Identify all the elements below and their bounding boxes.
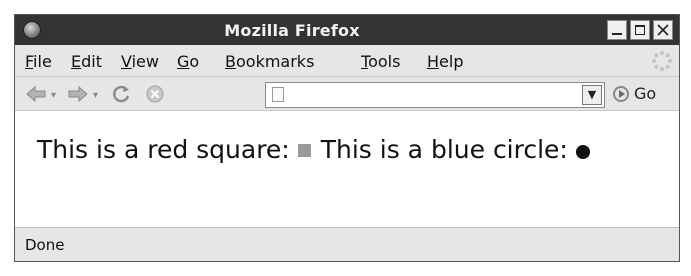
menu-file[interactable]: File — [25, 52, 52, 71]
menu-bookmarks[interactable]: Bookmarks — [225, 52, 314, 71]
menu-help-mnemonic: H — [427, 52, 440, 71]
menu-help[interactable]: Help — [427, 52, 463, 71]
url-bar[interactable]: ▼ — [265, 82, 605, 108]
window-title: Mozilla Firefox — [224, 21, 360, 40]
forward-icon[interactable] — [67, 85, 89, 103]
forward-dropdown-icon[interactable]: ▾ — [93, 90, 98, 101]
menu-view[interactable]: View — [121, 52, 159, 71]
menu-go[interactable]: Go — [177, 52, 199, 71]
menu-go-label: o — [189, 52, 200, 71]
menu-bar: File Edit View Go Bookmarks Tools Help — [15, 45, 679, 77]
back-icon[interactable] — [25, 85, 47, 103]
page-icon — [272, 87, 284, 102]
back-dropdown-icon[interactable]: ▾ — [51, 90, 56, 101]
navigation-toolbar: ▾ ▾ ▼ Go — [15, 77, 679, 111]
close-button[interactable] — [653, 20, 673, 40]
red-square-text: This is a red square: — [37, 135, 290, 164]
go-icon — [613, 85, 629, 102]
blue-circle-text: This is a blue circle: — [320, 135, 568, 164]
status-text: Done — [25, 236, 65, 254]
menu-tools-mnemonic: T — [361, 52, 369, 71]
menu-view-label: iew — [131, 52, 159, 71]
go-button[interactable]: Go — [613, 84, 656, 103]
menu-file-label: ile — [33, 52, 52, 71]
red-square-shape — [297, 144, 311, 157]
menu-tools-label: ools — [368, 52, 401, 71]
blue-circle-shape — [575, 144, 590, 159]
title-bar[interactable]: Mozilla Firefox — [15, 15, 679, 45]
menu-edit[interactable]: Edit — [71, 52, 102, 71]
status-bar: Done — [15, 227, 679, 261]
browser-window: Mozilla Firefox File Edit View Go Bookma… — [14, 14, 680, 262]
maximize-button[interactable] — [630, 20, 650, 40]
menu-edit-mnemonic: E — [71, 52, 82, 71]
menu-bookmarks-label: ookmarks — [235, 52, 315, 71]
reload-icon[interactable] — [110, 83, 132, 105]
menu-edit-label: dit — [81, 52, 102, 71]
menu-file-mnemonic: F — [25, 52, 34, 71]
go-label: Go — [634, 84, 657, 103]
url-dropdown-button[interactable]: ▼ — [582, 85, 602, 105]
menu-go-mnemonic: G — [177, 52, 190, 71]
content-line: This is a red square: This is a blue cir… — [37, 135, 590, 164]
menu-tools[interactable]: Tools — [361, 52, 400, 71]
url-input[interactable] — [290, 85, 574, 107]
stop-icon[interactable] — [145, 84, 165, 104]
menu-help-label: elp — [439, 52, 464, 71]
chevron-down-icon: ▼ — [587, 88, 597, 101]
close-icon — [657, 24, 669, 36]
menu-bookmarks-mnemonic: B — [225, 52, 236, 71]
menu-view-mnemonic: V — [121, 52, 132, 71]
page-content: This is a red square: This is a blue cir… — [15, 111, 679, 227]
minimize-button[interactable] — [607, 20, 627, 40]
window-controls — [607, 20, 673, 40]
throbber-icon — [652, 51, 672, 71]
